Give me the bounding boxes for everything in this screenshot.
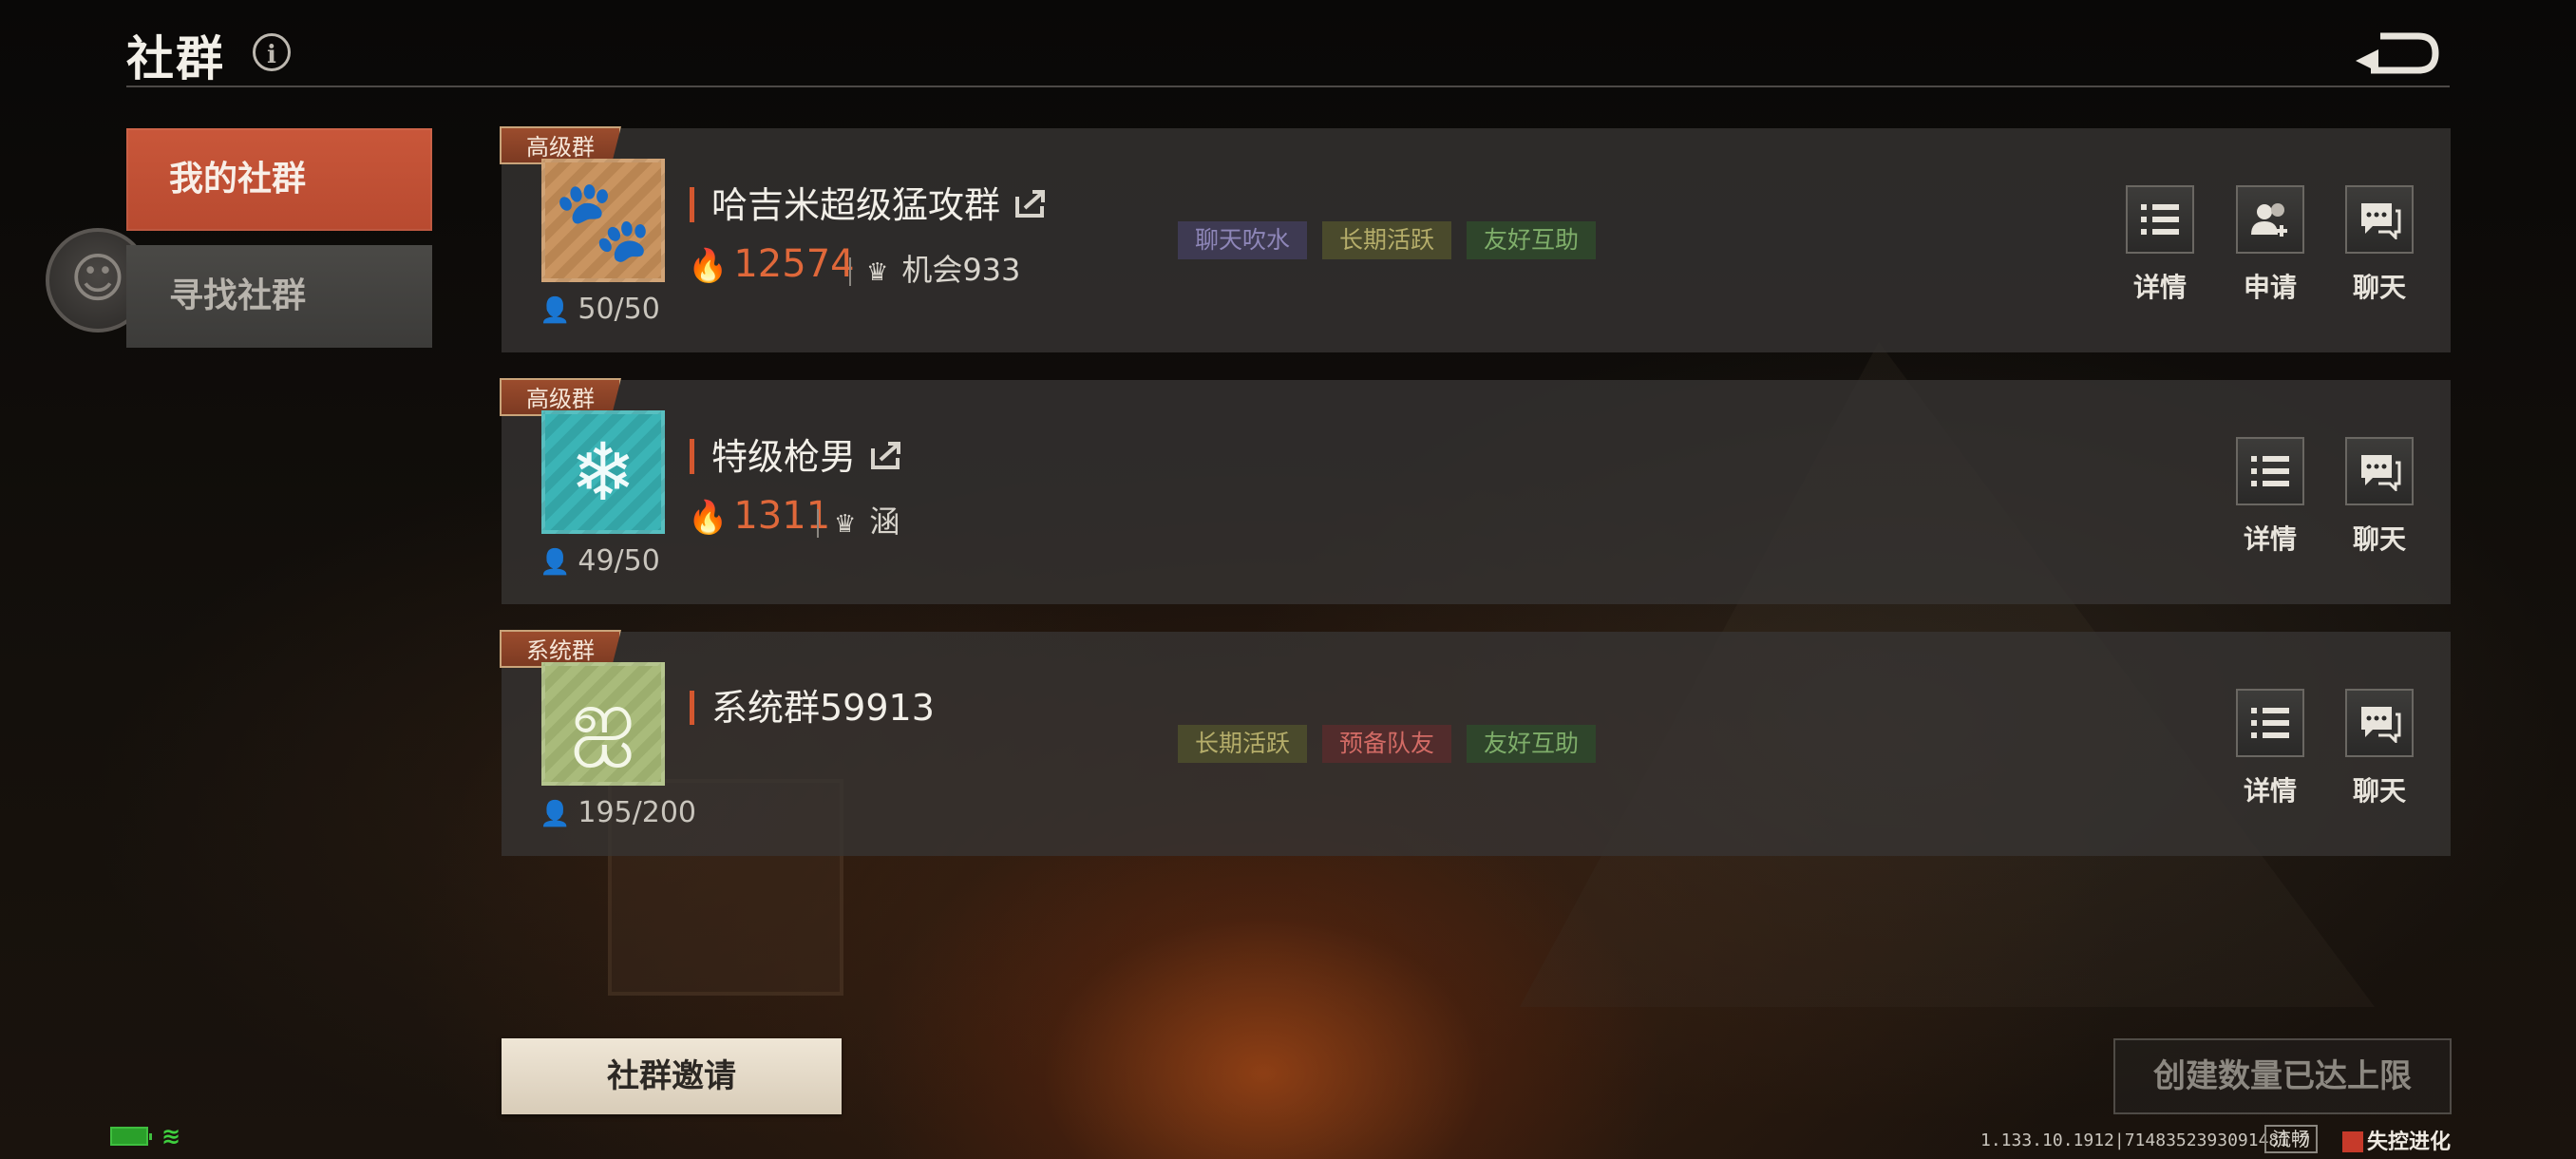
game-logo: 失控进化 [2342,1125,2451,1155]
tag: 聊天吹水 [1178,221,1308,259]
details-button[interactable]: 详情 [2232,689,2308,808]
crown-icon: ♛ [866,258,889,287]
divider [849,257,851,286]
group-owner: ♛ 机会933 [866,252,1021,288]
header-divider [126,86,2450,87]
heat-value: 🔥 12574 [688,242,855,286]
tag: 友好互助 [1467,725,1597,763]
chat-button[interactable]: 聊天 [2341,185,2417,305]
group-invite-button[interactable]: 社群邀请 [502,1038,842,1114]
group-card[interactable]: 高级群 ❄ 👤 49/50 特级枪男 🔥 1311 ♛ 涵 详情 聊天 [500,378,2451,604]
crown-icon: ♛ [834,510,857,539]
person-icon: 👤 [540,548,571,577]
group-card[interactable]: 系统群 ஐ 👤 195/200 系统群59913 长期活跃 预备队友 友好互助 详… [500,630,2451,856]
version-info: 1.133.10.1912|7148352393091481 7 [1980,1130,2310,1150]
chat-icon [2345,185,2414,254]
info-icon[interactable]: i [253,33,291,71]
wifi-icon: ≋ [161,1123,181,1150]
divider [817,509,819,538]
page-title: 社群 [126,31,225,86]
status-indicators: ≋ [110,1123,180,1150]
create-limit-button[interactable]: 创建数量已达上限 [2113,1038,2452,1114]
network-status: 流畅 [2264,1125,2318,1153]
list-icon [2126,185,2194,254]
chat-icon [2345,689,2414,757]
heat-value: 🔥 1311 [688,494,831,538]
battery-icon [110,1127,152,1146]
share-icon[interactable] [869,439,903,471]
tag-list: 聊天吹水 长期活跃 友好互助 [1178,221,1597,259]
group-card[interactable]: 高级群 🐾 👤 50/50 哈吉米超级猛攻群 🔥 12574 ♛ 机会933 聊天吹水… [500,126,2451,352]
paw-icon: 🐾 [541,159,665,282]
details-button[interactable]: 详情 [2122,185,2198,305]
tag: 长期活跃 [1178,725,1308,763]
list-icon [2236,437,2304,505]
tag: 长期活跃 [1322,221,1452,259]
tag: 友好互助 [1467,221,1597,259]
tab-my-groups[interactable]: 我的社群 [126,128,432,231]
tag: 预备队友 [1322,725,1452,763]
person-icon: 👤 [540,800,571,828]
flame-icon: 🔥 [688,499,729,537]
apply-button[interactable]: 申请 [2232,185,2308,305]
share-icon[interactable] [1013,187,1048,219]
tab-find-groups[interactable]: 寻找社群 [126,245,432,348]
group-name: 特级枪男 [690,439,903,475]
member-count: 👤 50/50 [540,293,660,326]
group-name: 哈吉米超级猛攻群 [690,187,1048,223]
snowflake-icon: ❄ [541,410,665,534]
group-name: 系统群59913 [690,690,935,726]
person-icon: 👤 [540,296,571,325]
tag-list: 长期活跃 预备队友 友好互助 [1178,725,1597,763]
flame-icon: 🔥 [688,247,729,285]
users-add-icon [2236,185,2304,254]
member-count: 👤 49/50 [540,544,660,578]
chat-button[interactable]: 聊天 [2341,437,2417,557]
group-owner: ♛ 涵 [834,504,900,540]
member-count: 👤 195/200 [540,796,697,829]
logo-mark-icon [2342,1131,2363,1152]
list-icon [2236,689,2304,757]
details-button[interactable]: 详情 [2232,437,2308,557]
chat-button[interactable]: 聊天 [2341,689,2417,808]
chat-icon [2345,437,2414,505]
system-group-icon: ஐ [541,662,665,786]
back-arrow-icon[interactable] [2352,28,2439,78]
